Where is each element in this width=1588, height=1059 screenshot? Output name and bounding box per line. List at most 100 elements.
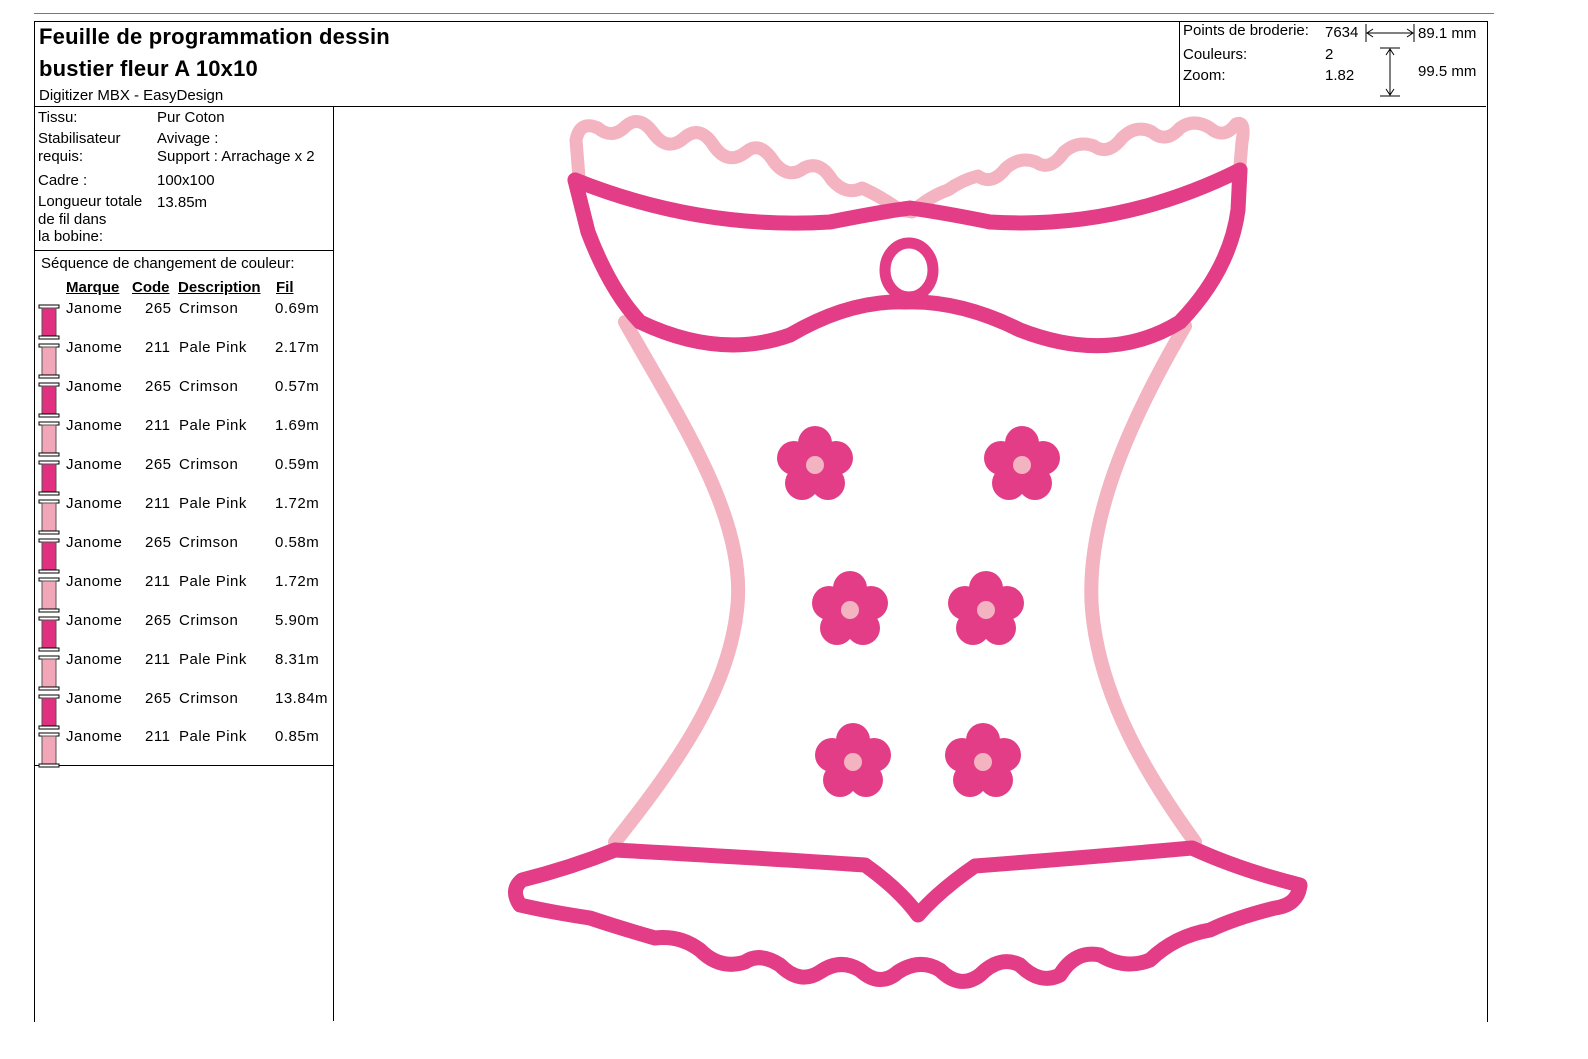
row-description: Crimson xyxy=(179,300,239,317)
fabric-label: Tissu: xyxy=(38,109,78,126)
thread-spool-icon xyxy=(38,577,60,613)
row-thread: 8.31m xyxy=(275,651,320,668)
stabilizer-value-2: Support : Arrachage x 2 xyxy=(157,148,315,165)
row-brand: Janome xyxy=(66,690,123,707)
cup-band xyxy=(567,162,1248,354)
stabilizer-label-2: requis: xyxy=(38,148,84,165)
row-thread: 5.90m xyxy=(275,612,320,629)
sequence-row: Janome 211 Pale Pink 1.72m xyxy=(36,573,332,613)
row-description: Pale Pink xyxy=(179,495,247,512)
zoom-label: Zoom: xyxy=(1183,67,1226,84)
sequence-row: Janome 265 Crimson 0.58m xyxy=(36,534,332,574)
stabilizer-label-1: Stabilisateur xyxy=(38,130,121,147)
fabric-value: Pur Coton xyxy=(157,109,225,126)
design-width: 89.1 mm xyxy=(1418,25,1477,42)
row-brand: Janome xyxy=(66,728,123,745)
row-description: Pale Pink xyxy=(179,339,247,356)
zoom-value: 1.82 xyxy=(1325,67,1355,84)
info-divider xyxy=(34,250,333,251)
row-code: 265 xyxy=(145,612,172,629)
row-code: 211 xyxy=(145,651,171,668)
colors-value: 2 xyxy=(1325,46,1334,63)
bobbin-label-1: Longueur totale xyxy=(38,193,143,210)
sequence-row: Janome 265 Crimson 13.84m xyxy=(36,690,332,730)
row-code: 211 xyxy=(145,339,171,356)
row-code: 265 xyxy=(145,300,172,317)
sequence-row: Janome 265 Crimson 5.90m xyxy=(36,612,332,652)
top-scallop-trim xyxy=(569,115,1250,219)
sequence-row: Janome 265 Crimson 0.57m xyxy=(36,378,332,418)
row-description: Pale Pink xyxy=(179,651,247,668)
row-code: 211 xyxy=(145,417,171,434)
row-thread: 1.72m xyxy=(275,495,320,512)
column-brand: Marque xyxy=(66,279,120,296)
flowers xyxy=(777,426,1060,797)
bobbin-label-3: la bobine: xyxy=(38,228,104,245)
stabilizer-value-1: Avivage : xyxy=(157,130,219,147)
design-height: 99.5 mm xyxy=(1418,63,1477,80)
row-description: Crimson xyxy=(179,378,239,395)
row-thread: 0.85m xyxy=(275,728,320,745)
row-code: 265 xyxy=(145,456,172,473)
row-code: 265 xyxy=(145,534,172,551)
row-code: 265 xyxy=(145,690,172,707)
row-brand: Janome xyxy=(66,417,123,434)
thread-spool-icon xyxy=(38,499,60,535)
row-thread: 0.69m xyxy=(275,300,320,317)
left-panel-divider xyxy=(333,106,334,1021)
row-code: 211 xyxy=(145,573,171,590)
row-thread: 0.59m xyxy=(275,456,320,473)
row-description: Crimson xyxy=(179,612,239,629)
design-name: bustier fleur A 10x10 xyxy=(39,56,258,81)
row-description: Crimson xyxy=(179,456,239,473)
sequence-row: Janome 211 Pale Pink 0.85m xyxy=(36,728,332,768)
top-rule xyxy=(34,13,1494,14)
header-divider xyxy=(34,106,1486,107)
bobbin-value: 13.85m xyxy=(157,194,208,211)
row-description: Crimson xyxy=(179,690,239,707)
frame-label: Cadre : xyxy=(38,172,88,189)
bustier-embroidery-design xyxy=(508,115,1308,989)
thread-spool-icon xyxy=(38,421,60,457)
stitches-label: Points de broderie: xyxy=(1183,22,1309,39)
row-code: 211 xyxy=(145,495,171,512)
row-brand: Janome xyxy=(66,612,123,629)
row-brand: Janome xyxy=(66,651,123,668)
sequence-row: Janome 211 Pale Pink 1.69m xyxy=(36,417,332,457)
sequence-row: Janome 211 Pale Pink 1.72m xyxy=(36,495,332,535)
dimension-arrows-icon xyxy=(1365,24,1415,97)
row-description: Pale Pink xyxy=(179,728,247,745)
row-brand: Janome xyxy=(66,378,123,395)
stitches-value: 7634 xyxy=(1325,24,1359,41)
thread-spool-icon xyxy=(38,694,60,730)
row-brand: Janome xyxy=(66,456,123,473)
column-thread: Fil xyxy=(276,279,294,296)
row-thread: 1.69m xyxy=(275,417,320,434)
row-brand: Janome xyxy=(66,573,123,590)
programming-sheet: Feuille de programmation dessin bustier … xyxy=(0,0,1588,1059)
row-code: 211 xyxy=(145,728,171,745)
row-brand: Janome xyxy=(66,495,123,512)
row-brand: Janome xyxy=(66,300,123,317)
stats-divider xyxy=(1179,21,1180,106)
row-thread: 0.58m xyxy=(275,534,320,551)
sequence-row: Janome 265 Crimson 0.69m xyxy=(36,300,332,340)
row-thread: 13.84m xyxy=(275,690,329,707)
sequence-row: Janome 211 Pale Pink 8.31m xyxy=(36,651,332,691)
row-description: Pale Pink xyxy=(179,573,247,590)
bottom-peplum xyxy=(508,840,1308,989)
sequence-title: Séquence de changement de couleur: xyxy=(41,255,295,272)
colors-label: Couleurs: xyxy=(1183,46,1248,63)
row-thread: 2.17m xyxy=(275,339,320,356)
thread-spool-icon xyxy=(38,732,60,768)
sequence-row: Janome 211 Pale Pink 2.17m xyxy=(36,339,332,379)
thread-spool-icon xyxy=(38,616,60,652)
row-code: 265 xyxy=(145,378,172,395)
row-thread: 1.72m xyxy=(275,573,320,590)
sheet-title: Feuille de programmation dessin xyxy=(39,24,390,49)
row-brand: Janome xyxy=(66,339,123,356)
sequence-row: Janome 265 Crimson 0.59m xyxy=(36,456,332,496)
row-brand: Janome xyxy=(66,534,123,551)
bobbin-label-2: de fil dans xyxy=(38,211,107,228)
column-code: Code xyxy=(132,279,170,296)
